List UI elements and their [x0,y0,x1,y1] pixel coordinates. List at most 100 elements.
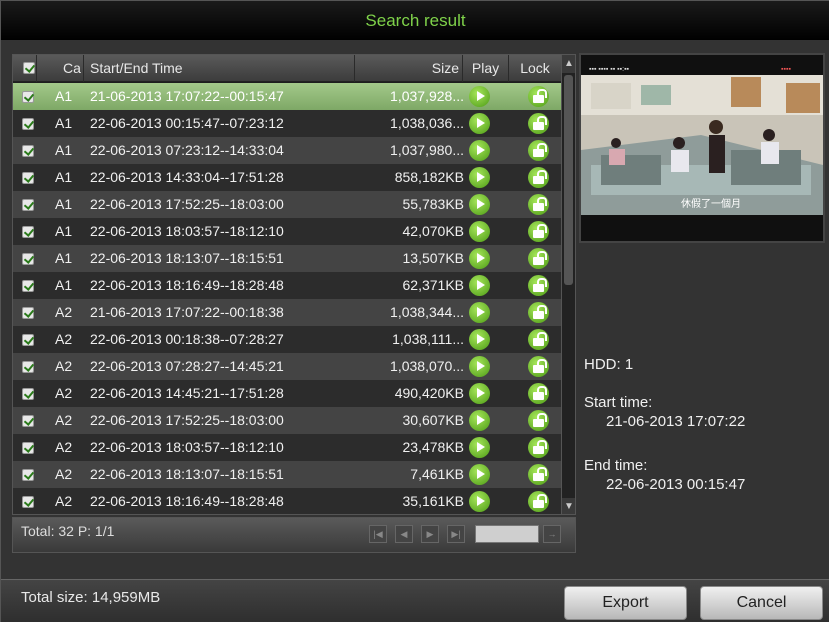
lock-button[interactable] [509,488,561,514]
lock-button[interactable] [509,461,561,488]
next-page-icon[interactable]: ▶ [421,525,439,543]
row-checkbox[interactable] [13,488,37,514]
play-button[interactable] [467,380,509,407]
play-icon[interactable] [469,410,490,431]
select-all-checkbox[interactable] [13,55,37,82]
play-icon[interactable] [469,302,490,323]
row-checkbox[interactable] [13,353,37,380]
play-icon[interactable] [469,437,490,458]
unlock-icon[interactable] [528,167,549,188]
lock-button[interactable] [509,299,561,326]
play-button[interactable] [467,272,509,299]
table-row[interactable]: A2 22-06-2013 18:13:07--18:15:51 7,461KB [13,461,561,488]
table-row[interactable]: A1 22-06-2013 18:16:49--18:28:48 62,371KB [13,272,561,299]
row-checkbox[interactable] [13,434,37,461]
play-button[interactable] [467,461,509,488]
lock-button[interactable] [509,164,561,191]
row-checkbox[interactable] [13,299,37,326]
play-button[interactable] [467,299,509,326]
play-button[interactable] [467,488,509,514]
row-checkbox[interactable] [13,380,37,407]
play-icon[interactable] [469,86,490,107]
export-button[interactable]: Export [564,586,687,620]
lock-button[interactable] [509,407,561,434]
lock-button[interactable] [509,137,561,164]
play-icon[interactable] [469,221,490,242]
last-page-icon[interactable]: ▶| [447,525,465,543]
unlock-icon[interactable] [528,329,549,350]
play-icon[interactable] [469,248,490,269]
row-checkbox[interactable] [13,164,37,191]
lock-button[interactable] [509,434,561,461]
lock-button[interactable] [509,83,561,110]
play-button[interactable] [467,164,509,191]
row-checkbox[interactable] [13,191,37,218]
header-size[interactable]: Size [355,55,463,82]
play-icon[interactable] [469,275,490,296]
unlock-icon[interactable] [528,356,549,377]
play-icon[interactable] [469,140,490,161]
table-row[interactable]: A2 22-06-2013 17:52:25--18:03:00 30,607KB [13,407,561,434]
cancel-button[interactable]: Cancel [700,586,823,620]
lock-button[interactable] [509,218,561,245]
unlock-icon[interactable] [528,248,549,269]
play-button[interactable] [467,326,509,353]
table-scrollbar[interactable]: ▲ ▼ [561,55,575,514]
row-checkbox[interactable] [13,407,37,434]
first-page-icon[interactable]: |◀ [369,525,387,543]
play-button[interactable] [467,137,509,164]
unlock-icon[interactable] [528,302,549,323]
row-checkbox[interactable] [13,326,37,353]
play-icon[interactable] [469,383,490,404]
table-row[interactable]: A2 22-06-2013 14:45:21--17:51:28 490,420KB [13,380,561,407]
play-icon[interactable] [469,113,490,134]
play-button[interactable] [467,110,509,137]
table-row[interactable]: A1 22-06-2013 18:13:07--18:15:51 13,507KB [13,245,561,272]
table-row[interactable]: A2 22-06-2013 00:18:38--07:28:27 1,038,111… [13,326,561,353]
lock-button[interactable] [509,245,561,272]
row-checkbox[interactable] [13,110,37,137]
go-page-icon[interactable]: → [543,525,561,543]
play-button[interactable] [467,191,509,218]
unlock-icon[interactable] [528,437,549,458]
lock-button[interactable] [509,353,561,380]
play-button[interactable] [467,218,509,245]
header-time[interactable]: Start/End Time [84,55,355,82]
unlock-icon[interactable] [528,140,549,161]
unlock-icon[interactable] [528,491,549,512]
table-row[interactable]: A1 21-06-2013 17:07:22--00:15:47 1,037,928… [13,83,561,110]
play-button[interactable] [467,353,509,380]
play-button[interactable] [467,434,509,461]
row-checkbox[interactable] [13,245,37,272]
table-row[interactable]: A1 22-06-2013 17:52:25--18:03:00 55,783KB [13,191,561,218]
play-icon[interactable] [469,194,490,215]
play-button[interactable] [467,245,509,272]
row-checkbox[interactable] [13,137,37,164]
unlock-icon[interactable] [528,194,549,215]
unlock-icon[interactable] [528,221,549,242]
header-channel[interactable]: Ca [37,55,84,82]
scroll-up-icon[interactable]: ▲ [562,55,575,73]
table-row[interactable]: A1 22-06-2013 14:33:04--17:51:28 858,182KB [13,164,561,191]
play-icon[interactable] [469,356,490,377]
play-button[interactable] [467,407,509,434]
unlock-icon[interactable] [528,113,549,134]
row-checkbox[interactable] [13,83,37,110]
table-row[interactable]: A2 22-06-2013 18:16:49--18:28:48 35,161KB [13,488,561,514]
unlock-icon[interactable] [528,383,549,404]
unlock-icon[interactable] [528,464,549,485]
play-icon[interactable] [469,329,490,350]
scroll-thumb[interactable] [564,75,573,285]
table-row[interactable]: A2 22-06-2013 07:28:27--14:45:21 1,038,070… [13,353,561,380]
table-row[interactable]: A2 21-06-2013 17:07:22--00:18:38 1,038,344… [13,299,561,326]
table-row[interactable]: A1 22-06-2013 18:03:57--18:12:10 42,070KB [13,218,561,245]
table-row[interactable]: A2 22-06-2013 18:03:57--18:12:10 23,478KB [13,434,561,461]
video-preview[interactable]: ▪▪▪ ▪▪▪▪ ▪▪ ▪▪:▪▪ ▪▪▪▪ 休假了一個月 [579,53,825,243]
row-checkbox[interactable] [13,218,37,245]
prev-page-icon[interactable]: ◀ [395,525,413,543]
scroll-down-icon[interactable]: ▼ [562,498,575,514]
lock-button[interactable] [509,110,561,137]
lock-button[interactable] [509,326,561,353]
play-icon[interactable] [469,464,490,485]
unlock-icon[interactable] [528,410,549,431]
